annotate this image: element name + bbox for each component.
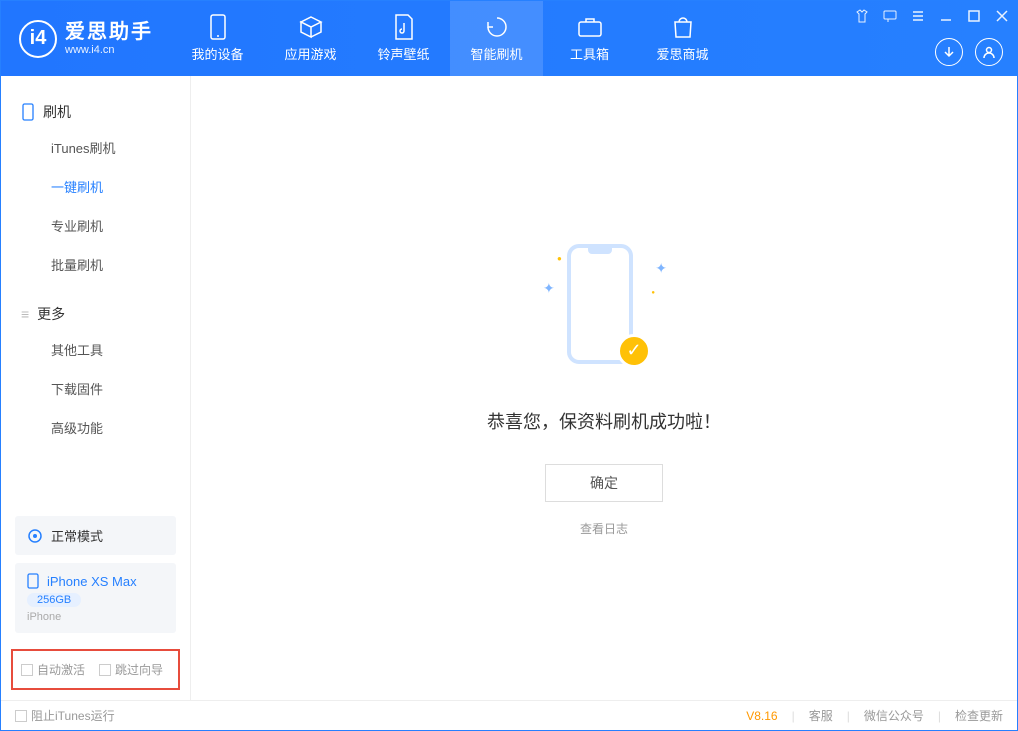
sidebar-group-flash: 刷机	[1, 96, 190, 128]
phone-icon	[21, 103, 35, 121]
shirt-icon[interactable]	[853, 7, 871, 25]
checkbox-label: 阻止iTunes运行	[31, 707, 115, 724]
tab-store[interactable]: 爱思商城	[636, 1, 729, 76]
tab-label: 爱思商城	[656, 44, 708, 63]
music-file-icon	[391, 14, 417, 40]
phone-small-icon	[27, 573, 39, 589]
download-button[interactable]	[935, 38, 963, 66]
checkbox-label: 跳过向导	[115, 661, 163, 678]
feedback-icon[interactable]	[881, 7, 899, 25]
tab-label: 我的设备	[191, 44, 243, 63]
sidebar-item-advanced[interactable]: 高级功能	[1, 408, 190, 447]
app-logo: i4 爱思助手 www.i4.cn	[1, 20, 171, 58]
user-button[interactable]	[975, 38, 1003, 66]
sidebar-item-oneclick-flash[interactable]: 一键刷机	[1, 167, 190, 206]
block-itunes-checkbox[interactable]: 阻止iTunes运行	[15, 707, 115, 724]
sidebar-item-itunes-flash[interactable]: iTunes刷机	[1, 128, 190, 167]
app-title: 爱思助手	[65, 20, 153, 44]
app-header: i4 爱思助手 www.i4.cn 我的设备 应用游戏 铃声壁纸 智能刷机 工具…	[1, 1, 1017, 76]
sidebar-item-download-firmware[interactable]: 下载固件	[1, 369, 190, 408]
group-title: 更多	[37, 304, 65, 324]
tab-label: 铃声壁纸	[377, 44, 429, 63]
device-mode-box[interactable]: 正常模式	[15, 516, 176, 555]
tab-toolbox[interactable]: 工具箱	[543, 1, 636, 76]
sidebar-item-other-tools[interactable]: 其他工具	[1, 330, 190, 369]
header-actions	[935, 38, 1003, 66]
close-button[interactable]	[993, 7, 1011, 25]
tab-apps[interactable]: 应用游戏	[264, 1, 357, 76]
app-url: www.i4.cn	[65, 44, 153, 57]
checkbox-label: 自动激活	[37, 661, 85, 678]
logo-icon: i4	[19, 20, 57, 58]
tab-label: 工具箱	[570, 44, 609, 63]
success-message: 恭喜您，保资料刷机成功啦！	[487, 408, 721, 434]
success-illustration: ✦ ● ✦ ● ✓	[539, 240, 669, 380]
bag-icon	[670, 14, 696, 40]
sidebar-item-batch-flash[interactable]: 批量刷机	[1, 245, 190, 284]
device-capacity-badge: 256GB	[27, 593, 81, 607]
cube-icon	[298, 14, 324, 40]
version-label: V8.16	[746, 709, 777, 723]
minimize-button[interactable]	[937, 7, 955, 25]
group-title: 刷机	[43, 102, 71, 122]
status-bar: 阻止iTunes运行 V8.16 | 客服 | 微信公众号 | 检查更新	[1, 700, 1017, 730]
check-update-link[interactable]: 检查更新	[955, 707, 1003, 724]
toolbox-icon	[577, 14, 603, 40]
flash-options-highlight: 自动激活 跳过向导	[11, 649, 180, 690]
main-tabs: 我的设备 应用游戏 铃声壁纸 智能刷机 工具箱 爱思商城	[171, 1, 729, 76]
sidebar: 刷机 iTunes刷机 一键刷机 专业刷机 批量刷机 ≡ 更多 其他工具 下载固…	[1, 76, 191, 700]
wechat-link[interactable]: 微信公众号	[864, 707, 924, 724]
window-controls	[853, 7, 1011, 25]
menu-icon[interactable]	[909, 7, 927, 25]
auto-activate-checkbox[interactable]: 自动激活	[21, 661, 85, 678]
device-mode-label: 正常模式	[51, 526, 103, 545]
tab-label: 智能刷机	[470, 44, 522, 63]
device-type-label: iPhone	[27, 611, 164, 623]
sidebar-item-pro-flash[interactable]: 专业刷机	[1, 206, 190, 245]
tab-flash[interactable]: 智能刷机	[450, 1, 543, 76]
device-name-label: iPhone XS Max	[47, 574, 137, 589]
sidebar-group-more: ≡ 更多	[1, 298, 190, 330]
check-circle-icon: ✓	[617, 334, 651, 368]
device-icon	[205, 14, 231, 40]
tab-ringtone[interactable]: 铃声壁纸	[357, 1, 450, 76]
maximize-button[interactable]	[965, 7, 983, 25]
tab-my-device[interactable]: 我的设备	[171, 1, 264, 76]
support-link[interactable]: 客服	[809, 707, 833, 724]
ok-button[interactable]: 确定	[545, 464, 663, 502]
view-log-link[interactable]: 查看日志	[580, 520, 628, 537]
main-content: ✦ ● ✦ ● ✓ 恭喜您，保资料刷机成功啦！ 确定 查看日志	[191, 76, 1017, 700]
skip-guide-checkbox[interactable]: 跳过向导	[99, 661, 163, 678]
refresh-shield-icon	[484, 14, 510, 40]
list-icon: ≡	[21, 306, 29, 322]
mode-icon	[27, 528, 43, 544]
tab-label: 应用游戏	[284, 44, 336, 63]
device-info-box[interactable]: iPhone XS Max 256GB iPhone	[15, 563, 176, 633]
